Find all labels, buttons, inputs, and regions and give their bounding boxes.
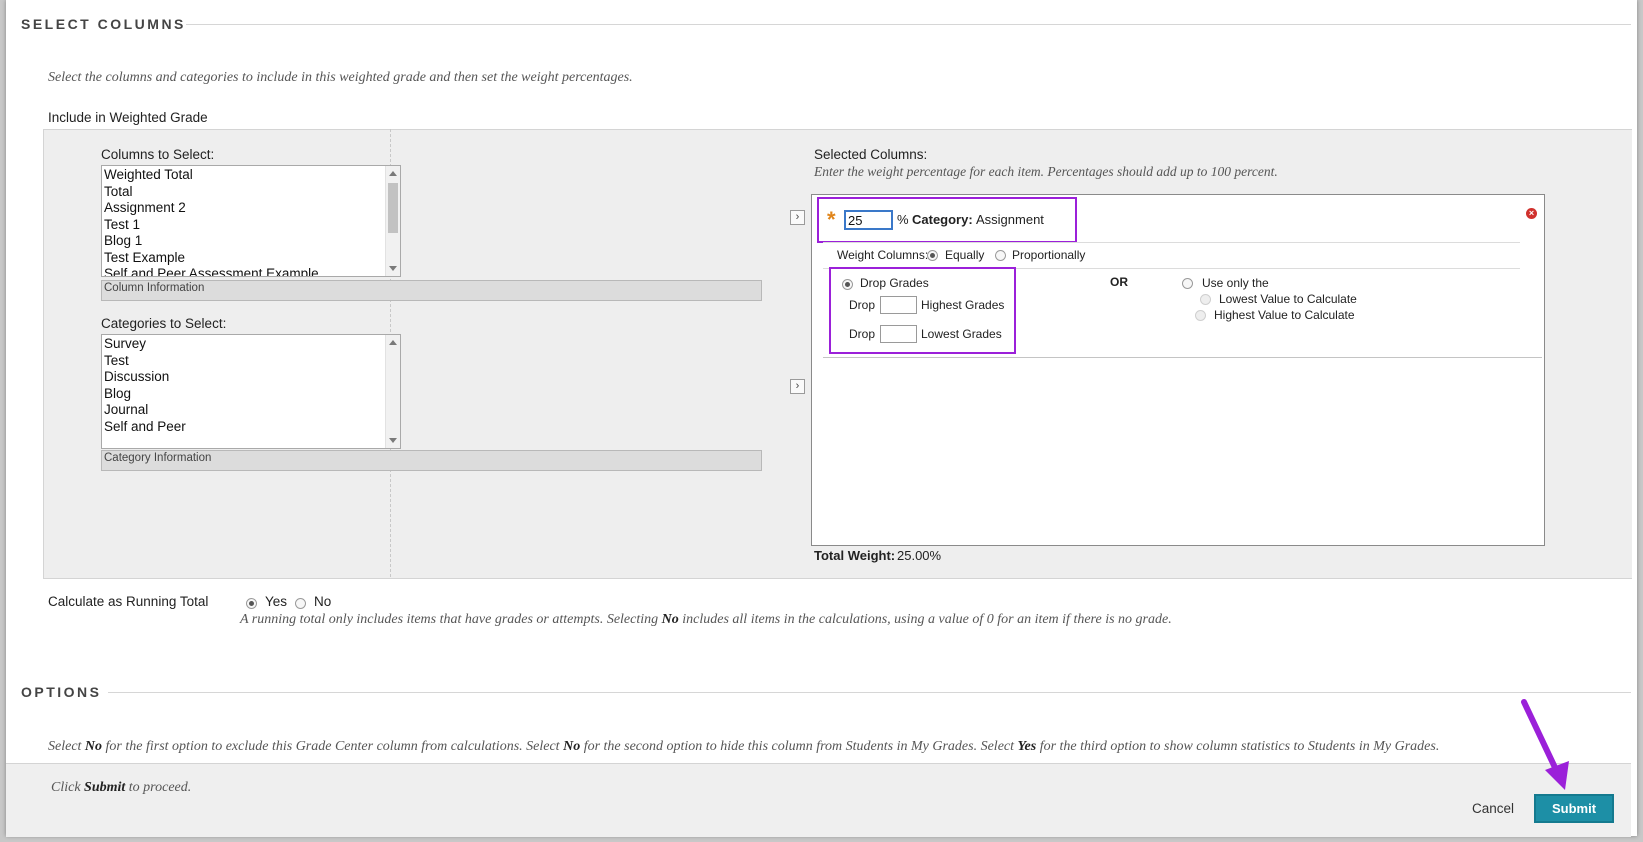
use-only-label: Use only the — [1202, 276, 1269, 290]
list-item[interactable]: Self and Peer Assessment Example — [102, 266, 400, 276]
drop-grades-label: Drop Grades — [860, 276, 929, 290]
categories-scrollbar[interactable] — [385, 335, 400, 448]
categories-to-select-label: Categories to Select: — [101, 316, 227, 331]
percent-sign: % — [897, 212, 909, 227]
required-icon: * — [827, 207, 836, 232]
note-emphasis: No — [84, 739, 103, 754]
equally-radio[interactable] — [927, 250, 938, 261]
running-total-label: Calculate as Running Total — [48, 594, 209, 609]
columns-listbox[interactable]: Weighted Total Total Assignment 2 Test 1… — [101, 165, 401, 277]
list-item[interactable]: Test — [102, 353, 400, 370]
note-emphasis: No — [563, 739, 581, 754]
lowest-value-radio[interactable] — [1200, 294, 1211, 305]
equally-label: Equally — [945, 248, 985, 262]
remove-icon[interactable]: × — [1526, 208, 1537, 219]
highest-grades-label: Highest Grades — [921, 298, 1005, 312]
footer-instructions: Click Submit to proceed. — [51, 780, 191, 796]
drop-grades-radio[interactable] — [842, 279, 853, 290]
columns-to-select-label: Columns to Select: — [101, 147, 215, 162]
highest-value-label: Highest Value to Calculate — [1214, 308, 1355, 322]
scroll-up-icon[interactable] — [389, 171, 397, 176]
scroll-down-icon[interactable] — [389, 266, 397, 271]
category-prefix: Category: — [912, 212, 973, 227]
list-item[interactable]: Weighted Total — [102, 167, 400, 184]
scroll-thumb[interactable] — [388, 183, 398, 233]
selected-columns-instructions: Enter the weight percentage for each ite… — [814, 164, 1278, 179]
section-heading-options: OPTIONS — [21, 684, 102, 700]
section-divider — [108, 692, 1631, 693]
total-weight-label: Total Weight: — [814, 548, 896, 563]
item-divider — [823, 242, 1520, 243]
drop-label: Drop — [849, 298, 876, 312]
cancel-button[interactable]: Cancel — [1472, 801, 1514, 816]
list-item[interactable]: Test 1 — [102, 217, 400, 234]
scroll-up-icon[interactable] — [389, 340, 397, 345]
note-text: for the second option to hide this colum… — [580, 739, 1018, 754]
list-item[interactable]: Assignment 2 — [102, 200, 400, 217]
list-item[interactable]: Total — [102, 184, 400, 201]
list-item[interactable]: Journal — [102, 402, 400, 419]
proportionally-label: Proportionally — [1012, 248, 1086, 262]
weight-columns-label: Weight Columns: — [837, 248, 929, 262]
note-text: Select — [48, 739, 85, 754]
running-total-yes-label: Yes — [265, 594, 288, 609]
selected-columns-label: Selected Columns: — [814, 147, 928, 162]
drop-highest-input[interactable] — [880, 296, 917, 314]
add-category-button[interactable]: › — [790, 379, 805, 394]
columns-scrollbar[interactable] — [385, 166, 400, 276]
running-total-no-label: No — [314, 594, 332, 609]
item-divider — [823, 357, 1542, 358]
note-text: Click — [51, 780, 85, 795]
section-divider — [186, 24, 1631, 25]
weight-percent-input[interactable] — [844, 210, 893, 230]
note-text: for the third option to show column stat… — [1036, 739, 1440, 754]
proportionally-radio[interactable] — [995, 250, 1006, 261]
columns-list: Weighted Total Total Assignment 2 Test 1… — [102, 166, 400, 276]
note-text: for the first option to exclude this Gra… — [102, 739, 564, 754]
chevron-right-icon: › — [795, 380, 800, 392]
chevron-right-icon: › — [795, 211, 800, 223]
running-total-yes-radio[interactable] — [246, 598, 257, 609]
highest-value-radio[interactable] — [1195, 310, 1206, 321]
category-name: Assignment — [976, 212, 1044, 227]
scroll-down-icon[interactable] — [389, 438, 397, 443]
note-text: to proceed. — [125, 780, 192, 795]
categories-list: Survey Test Discussion Blog Journal Self… — [102, 335, 400, 435]
running-total-no-radio[interactable] — [295, 598, 306, 609]
submit-footer — [6, 763, 1631, 837]
drop-lowest-input[interactable] — [880, 325, 917, 343]
annotation-arrow-icon — [1521, 699, 1569, 790]
add-column-button[interactable]: › — [790, 210, 805, 225]
use-only-radio[interactable] — [1182, 278, 1193, 289]
list-item[interactable]: Survey — [102, 336, 400, 353]
total-weight-value: 25.00% — [897, 548, 942, 563]
note-emphasis: Yes — [1017, 739, 1037, 754]
column-information: Column Information — [101, 280, 762, 301]
section-heading-select-columns: SELECT COLUMNS — [21, 16, 186, 32]
categories-listbox[interactable]: Survey Test Discussion Blog Journal Self… — [101, 334, 401, 449]
lowest-grades-label: Lowest Grades — [921, 327, 1002, 341]
submit-button[interactable]: Submit — [1534, 794, 1614, 823]
select-columns-instructions: Select the columns and categories to inc… — [48, 70, 633, 85]
note-emphasis: No — [661, 612, 679, 627]
drop-label: Drop — [849, 327, 876, 341]
note-emphasis: Submit — [84, 780, 126, 795]
list-item[interactable]: Test Example — [102, 250, 400, 267]
note-text: A running total only includes items that… — [240, 612, 662, 627]
or-label: OR — [1110, 275, 1128, 289]
list-item[interactable]: Blog 1 — [102, 233, 400, 250]
running-total-note: A running total only includes items that… — [240, 612, 1172, 628]
list-item[interactable]: Discussion — [102, 369, 400, 386]
category-information: Category Information — [101, 450, 762, 471]
lowest-value-label: Lowest Value to Calculate — [1219, 292, 1357, 306]
note-text: includes all items in the calculations, … — [678, 612, 1172, 627]
options-instructions: Select No for the first option to exclud… — [48, 739, 1439, 755]
list-item[interactable]: Self and Peer — [102, 419, 400, 436]
selected-columns-box — [811, 194, 1545, 546]
include-label: Include in Weighted Grade — [48, 110, 208, 125]
list-item[interactable]: Blog — [102, 386, 400, 403]
